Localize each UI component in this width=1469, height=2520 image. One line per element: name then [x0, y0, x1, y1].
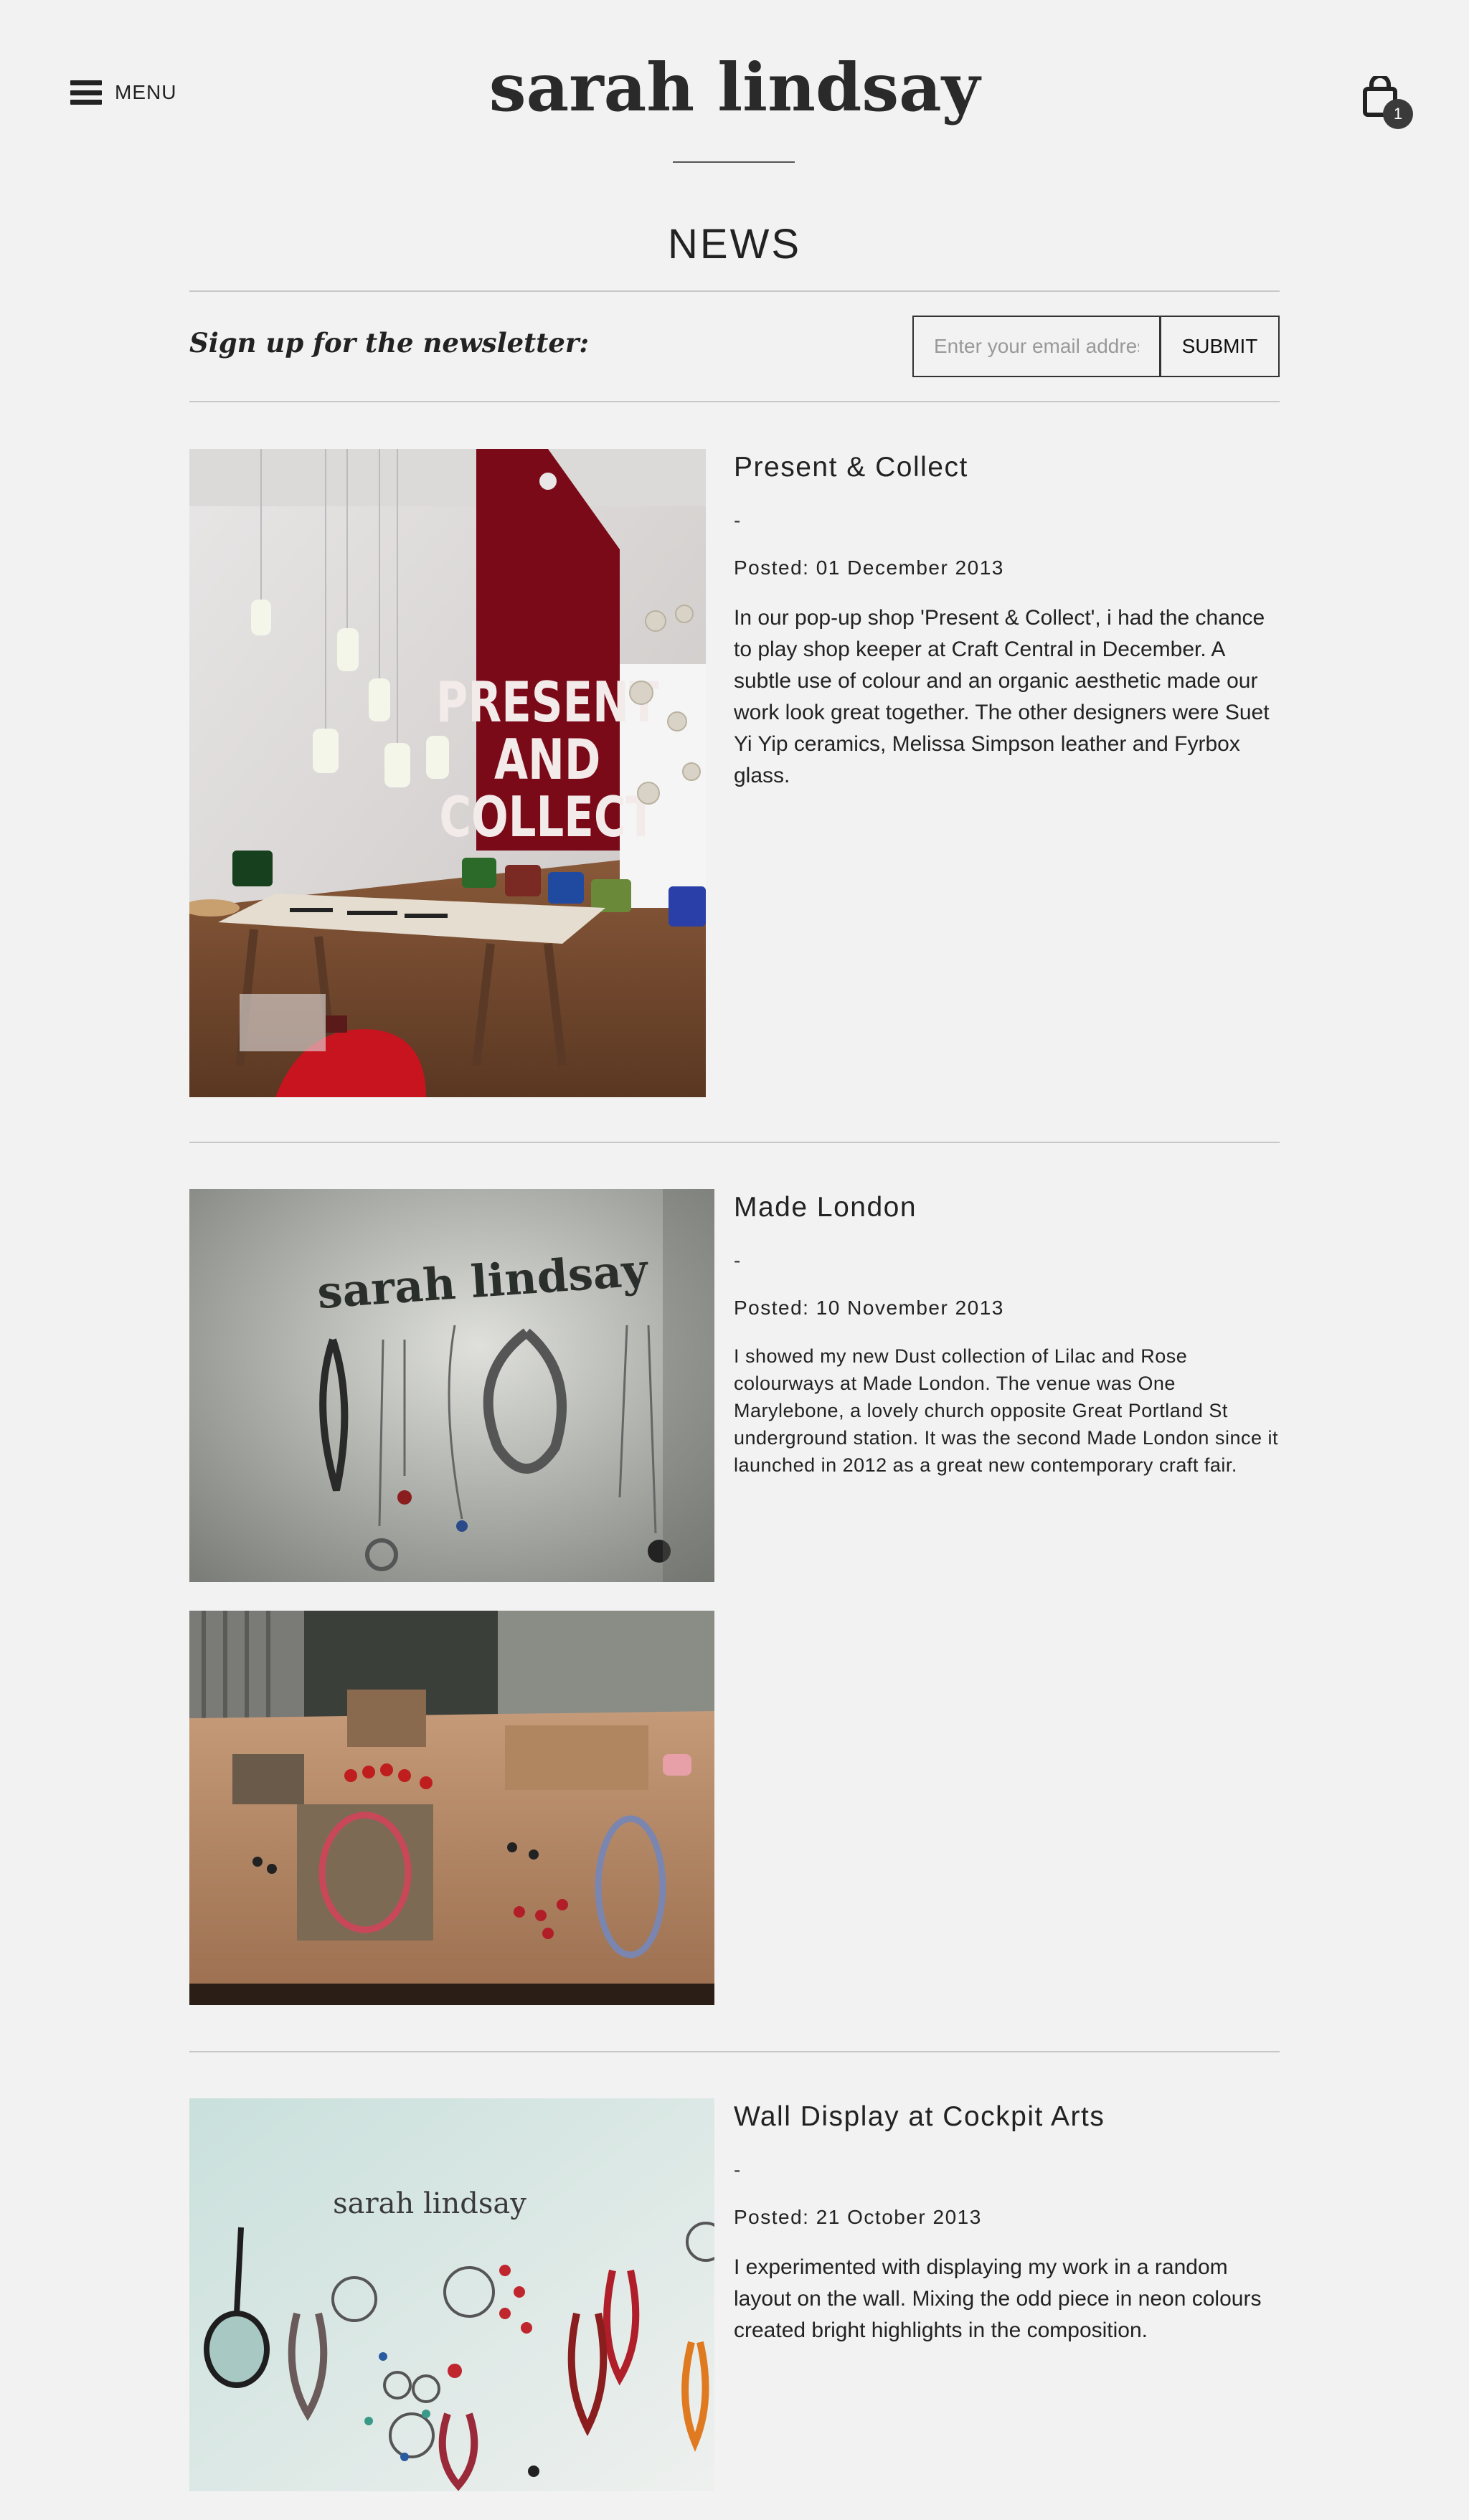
post-image-cockpit-arts[interactable]: sarah lindsay [189, 2098, 714, 2491]
svg-text:PRESENT: PRESENT [436, 671, 659, 735]
post-image-made-london-wall[interactable]: sarah lindsay [189, 1189, 714, 1582]
post-body: In our pop-up shop 'Present & Collect', … [734, 606, 1270, 787]
svg-text:AND: AND [494, 728, 600, 792]
cart-count-badge: 1 [1383, 99, 1413, 129]
post-dash: - [734, 509, 741, 531]
post-body: I showed my new Dust collection of Lilac… [734, 1345, 1278, 1476]
post-image-present-collect[interactable]: PRESENT AND COLLECT [189, 449, 706, 1097]
divider [189, 1142, 1280, 1143]
cart-button[interactable]: 1 [1363, 76, 1413, 129]
post-title[interactable]: Wall Display at Cockpit Arts [734, 2101, 1105, 2133]
brand-logo[interactable]: sarah lindsay [0, 49, 1469, 126]
newsletter-label: Sign up for the newsletter: [189, 327, 590, 359]
post-body: I experimented with displaying my work i… [734, 2255, 1262, 2342]
post-title[interactable]: Present & Collect [734, 452, 968, 483]
newsletter-email-input[interactable] [912, 316, 1161, 377]
divider [189, 290, 1280, 292]
site-header: MENU sarah lindsay 1 [0, 0, 1469, 172]
svg-text:COLLECT: COLLECT [439, 785, 656, 850]
post-date: Posted: 21 October 2013 [734, 2206, 982, 2228]
post-dash: - [734, 1249, 741, 1271]
divider [189, 401, 1280, 402]
title-divider [673, 161, 795, 163]
post-dash: - [734, 2159, 741, 2181]
divider [189, 2051, 1280, 2052]
svg-text:sarah lindsay: sarah lindsay [333, 2187, 526, 2220]
post-image-made-london-table[interactable] [189, 1611, 714, 2005]
newsletter-submit-button[interactable]: SUBMIT [1160, 316, 1280, 377]
post-date: Posted: 10 November 2013 [734, 1297, 1004, 1319]
post-date: Posted: 01 December 2013 [734, 556, 1004, 579]
page-title: NEWS [668, 220, 801, 267]
post-title[interactable]: Made London [734, 1192, 917, 1223]
